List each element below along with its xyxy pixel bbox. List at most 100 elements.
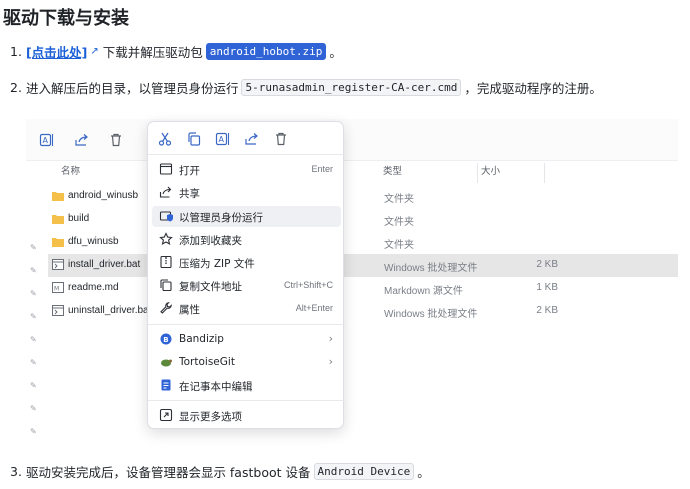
svg-text:A: A (43, 136, 49, 145)
file-row[interactable]: android_winusb 文件夹 (48, 185, 678, 208)
svg-text:A: A (219, 135, 225, 144)
file-type: 文件夹 (384, 194, 414, 205)
column-name[interactable]: 名称 (61, 163, 80, 183)
file-name: uninstall_driver.bat (68, 305, 152, 316)
wrench-icon (160, 302, 172, 314)
menu-item-tortoisegit[interactable]: TortoiseGit › (152, 352, 341, 373)
menu-item-open[interactable]: 打开 Enter (152, 159, 341, 180)
file-row[interactable]: uninstall_driver.bat Windows 批处理文件 2 KB (48, 300, 678, 323)
menu-item-share[interactable]: 共享 (152, 182, 341, 203)
star-icon (159, 232, 173, 245)
share-icon (159, 186, 172, 198)
pin-icon[interactable]: ✎ (30, 405, 38, 413)
column-divider[interactable] (544, 163, 545, 183)
menu-item-label: 添加到收藏夹 (179, 235, 242, 247)
menu-item-bandizip[interactable]: B Bandizip › (152, 329, 341, 350)
menu-item-compress-zip[interactable]: 压缩为 ZIP 文件 (152, 252, 341, 273)
step-end: 。 (417, 465, 430, 480)
folder-icon (52, 192, 64, 201)
menu-item-shortcut: Alt+Enter (295, 303, 333, 313)
show-more-icon (159, 408, 173, 422)
pin-icon[interactable]: ✎ (30, 336, 38, 344)
menu-divider (148, 400, 345, 401)
file-name: build (68, 213, 90, 224)
menu-item-shortcut: Ctrl+Shift+C (283, 280, 333, 290)
file-row[interactable]: dfu_winusb 文件夹 (48, 231, 678, 254)
package-code: android_hobot.zip (205, 43, 327, 60)
column-divider[interactable] (477, 163, 478, 183)
step-3: 3. 驱动安装完成后，设备管理器会显示 fastboot 设备 Android … (10, 462, 430, 481)
zip-icon (160, 255, 172, 269)
chevron-right-icon: › (328, 355, 333, 368)
delete-icon[interactable] (273, 131, 289, 147)
file-name: install_driver.bat (68, 259, 141, 270)
copy-path-icon (160, 279, 172, 292)
explorer-toolbar: A (26, 119, 678, 161)
rename-icon[interactable]: A (39, 132, 55, 148)
column-size[interactable]: 大小 (481, 163, 500, 183)
rename-icon[interactable]: A (215, 131, 231, 147)
menu-divider (148, 154, 345, 155)
pin-icon[interactable]: ✎ (30, 382, 38, 390)
menu-item-copy-path[interactable]: 复制文件地址 Ctrl+Shift+C (152, 275, 341, 296)
file-type: Windows 批处理文件 (384, 309, 478, 320)
step-text: 驱动安装完成后，设备管理器会显示 fastboot 设备 (25, 465, 311, 480)
step-2: 2. 进入解压后的目录，以管理员身份运行 5-runasadmin_regist… (10, 78, 602, 97)
download-link[interactable]: [点击此处] (26, 42, 87, 61)
admin-shield-icon (159, 211, 173, 222)
file-row-selected[interactable]: install_driver.bat Windows 批处理文件 2 KB (48, 254, 678, 277)
pin-icon[interactable]: ✎ (30, 313, 38, 321)
menu-item-properties[interactable]: 属性 Alt+Enter (152, 298, 341, 319)
tortoisegit-icon (161, 359, 172, 367)
markdown-file-icon: M (52, 282, 64, 293)
menu-item-label: 共享 (179, 188, 200, 200)
pin-icon[interactable]: ✎ (30, 290, 38, 298)
menu-item-edit-notepad[interactable]: 在记事本中编辑 (152, 375, 341, 396)
menu-divider (148, 324, 345, 325)
step-1: 1. [点击此处] ↗ 下载并解压驱动包 android_hobot.zip 。 (10, 42, 342, 61)
menu-item-label: 复制文件地址 (179, 281, 242, 293)
file-name: dfu_winusb (68, 236, 119, 247)
file-name: readme.md (68, 282, 119, 293)
page-title: 驱动下载与安装 (3, 8, 129, 29)
file-type: 文件夹 (384, 217, 414, 228)
file-row[interactable]: build 文件夹 (48, 208, 678, 231)
menu-item-label: 打开 (179, 165, 200, 177)
step-end: 。 (329, 45, 342, 60)
file-size: 2 KB (536, 259, 558, 270)
share-icon[interactable] (244, 131, 260, 147)
batch-file-icon (52, 305, 64, 316)
menu-item-run-as-admin[interactable]: 以管理员身份运行 (152, 206, 341, 227)
menu-item-label: Bandizip (179, 333, 224, 345)
delete-icon[interactable] (108, 132, 124, 148)
pin-icon[interactable]: ✎ (30, 244, 38, 252)
menu-item-label: 压缩为 ZIP 文件 (179, 258, 255, 270)
menu-item-shortcut: Enter (311, 164, 333, 174)
pin-icon[interactable]: ✎ (30, 267, 38, 275)
file-size: 2 KB (536, 305, 558, 316)
file-row[interactable]: M readme.md Markdown 源文件 1 KB (48, 277, 678, 300)
step-number: 3. (10, 464, 22, 479)
step-number: 2. (10, 80, 22, 95)
pin-icon[interactable]: ✎ (30, 428, 38, 436)
pin-icon[interactable]: ✎ (30, 359, 38, 367)
file-type: 文件夹 (384, 240, 414, 251)
step-end: ，完成驱动程序的注册。 (464, 81, 602, 96)
cut-icon[interactable] (157, 131, 173, 147)
svg-text:B: B (163, 336, 168, 344)
notepad-icon (161, 379, 171, 391)
batch-file-icon (52, 259, 64, 270)
copy-icon[interactable] (186, 131, 202, 147)
menu-item-label: 在记事本中编辑 (179, 381, 253, 393)
chevron-right-icon: › (328, 332, 333, 345)
script-code: 5-runasadmin_register-CA-cer.cmd (241, 79, 462, 96)
menu-item-label: 显示更多选项 (179, 411, 242, 423)
open-icon (159, 163, 173, 175)
menu-item-show-more[interactable]: 显示更多选项 (152, 405, 341, 426)
folder-icon (52, 238, 64, 247)
menu-item-label: 以管理员身份运行 (179, 212, 263, 224)
explorer-screenshot: A 名称 类型 大小 android_winusb 文件夹 build 文件夹 … (26, 119, 678, 445)
menu-item-add-favorites[interactable]: 添加到收藏夹 (152, 229, 341, 250)
share-icon[interactable] (74, 132, 90, 148)
column-type[interactable]: 类型 (383, 163, 402, 183)
